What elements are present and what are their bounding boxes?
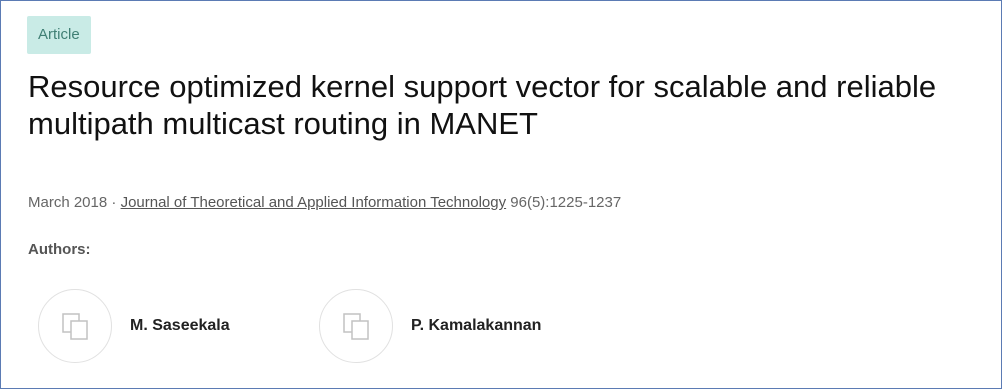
author-item[interactable]: M. Saseekala bbox=[38, 288, 230, 364]
publication-title: Resource optimized kernel support vector… bbox=[28, 69, 937, 141]
author-name[interactable]: P. Kamalakannan bbox=[411, 317, 541, 335]
author-item[interactable]: P. Kamalakannan bbox=[319, 288, 541, 364]
avatar[interactable] bbox=[38, 289, 112, 363]
authors-label: Authors: bbox=[28, 241, 91, 258]
avatar[interactable] bbox=[319, 289, 393, 363]
avatar-placeholder-icon bbox=[62, 313, 88, 340]
publication-card: Article Resource optimized kernel suppor… bbox=[0, 0, 1002, 389]
avatar-placeholder-icon bbox=[343, 313, 369, 340]
publication-date: March 2018 bbox=[28, 194, 108, 211]
publication-meta: March 2018 · Journal of Theoretical and … bbox=[28, 194, 621, 211]
journal-link[interactable]: Journal of Theoretical and Applied Infor… bbox=[121, 194, 507, 211]
meta-separator: · bbox=[107, 194, 121, 211]
volume-pages: 96(5):1225-1237 bbox=[506, 194, 622, 211]
article-type-badge: Article bbox=[27, 16, 91, 54]
author-name[interactable]: M. Saseekala bbox=[130, 317, 230, 335]
